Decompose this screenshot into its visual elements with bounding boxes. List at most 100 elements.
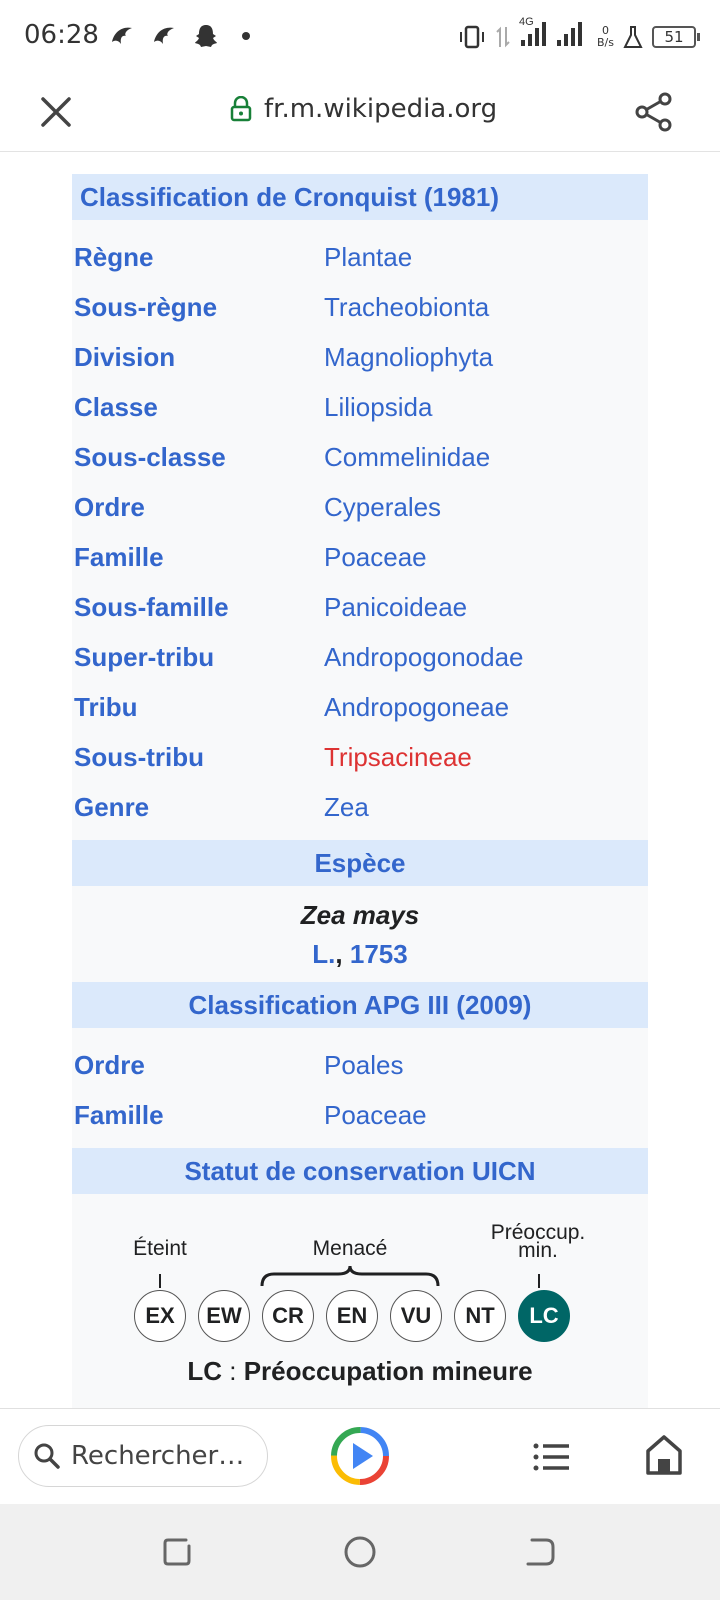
- taxo-rank-label[interactable]: Famille: [72, 542, 324, 573]
- uicn-category-en[interactable]: EN: [326, 1290, 378, 1342]
- uicn-header[interactable]: Statut de conservation UICN: [72, 1148, 648, 1194]
- search-bar[interactable]: Rechercher…: [18, 1425, 268, 1487]
- taxo-rank-label[interactable]: Sous-tribu: [72, 742, 324, 773]
- uicn-category-vu[interactable]: VU: [390, 1290, 442, 1342]
- bird-notification-icon: [112, 27, 132, 44]
- uicn-status-scale: Éteint Menacé Préoccup. min. EX EW CR EN VU N…: [72, 1194, 648, 1387]
- taxo-rank-label[interactable]: Sous-classe: [72, 442, 324, 473]
- species-block: Zea mays L., 1753: [72, 886, 648, 982]
- taxo-rank-label[interactable]: Tribu: [72, 692, 324, 723]
- taxo-rank-value[interactable]: Magnoliophyta: [324, 342, 493, 373]
- uicn-status-sep: :: [222, 1356, 244, 1386]
- home-nav-icon[interactable]: [342, 1534, 378, 1570]
- taxo-rank-value[interactable]: Poales: [324, 1050, 404, 1081]
- uicn-label-extinct: Éteint: [133, 1237, 187, 1260]
- data-transfer-icon: [496, 26, 510, 47]
- url-display[interactable]: fr.m.wikipedia.org: [230, 94, 497, 124]
- system-nav-bar: [0, 1504, 720, 1600]
- lc-tick: [538, 1274, 540, 1288]
- browser-url-bar: fr.m.wikipedia.org: [0, 72, 720, 152]
- uicn-label-least-concern: Préoccup. min.: [490, 1221, 586, 1262]
- list-icon[interactable]: [532, 1437, 572, 1477]
- species-author-line: L., 1753: [72, 934, 648, 974]
- taxo-row: Sous-règne Tracheobionta: [72, 282, 648, 332]
- species-header[interactable]: Espèce: [72, 840, 648, 886]
- taxo-row: Sous-famille Panicoideae: [72, 582, 648, 632]
- notification-icons: [108, 22, 250, 50]
- taxo-row: Sous-classe Commelinidae: [72, 432, 648, 482]
- taxo-rank-value[interactable]: Plantae: [324, 242, 412, 273]
- uicn-category-nt[interactable]: NT: [454, 1290, 506, 1342]
- taxo-row: Tribu Andropogoneae: [72, 682, 648, 732]
- network-type: 4G: [519, 16, 534, 28]
- taxo-rank-value[interactable]: Poaceae: [324, 542, 427, 573]
- system-icons: 4G 0 B/s 51: [457, 16, 700, 53]
- taxo-rank-label[interactable]: Sous-famille: [72, 592, 324, 623]
- author-link[interactable]: L.: [312, 939, 335, 969]
- uicn-category-ex[interactable]: EX: [134, 1290, 186, 1342]
- taxo-row: Classe Liliopsida: [72, 382, 648, 432]
- taxo-rank-value[interactable]: Andropogoneae: [324, 692, 509, 723]
- share-icon[interactable]: [632, 90, 676, 134]
- taxo-rank-label[interactable]: Super-tribu: [72, 642, 324, 673]
- species-name: Zea mays: [300, 900, 420, 930]
- back-icon[interactable]: [522, 1534, 558, 1570]
- year-link[interactable]: 1753: [350, 939, 408, 969]
- taxo-row: Super-tribu Andropogonodae: [72, 632, 648, 682]
- taxo-rank-value[interactable]: Poaceae: [324, 1100, 427, 1131]
- vibrate-icon: [460, 25, 485, 48]
- taxo-row: Famille Poaceae: [72, 532, 648, 582]
- author-comma: ,: [335, 939, 343, 969]
- lock-icon: [230, 96, 252, 122]
- uicn-status-text: Préoccupation mineure: [243, 1356, 533, 1386]
- battery-indicator: 51: [652, 25, 700, 48]
- taxo-row: Règne Plantae: [72, 232, 648, 282]
- taxo-row: Genre Zea: [72, 782, 648, 832]
- taxo-rank-value[interactable]: Andropogonodae: [324, 642, 524, 673]
- taxo-rank-value[interactable]: Cyperales: [324, 492, 441, 523]
- page-content: Classification de Cronquist (1981) Règne…: [0, 152, 720, 1408]
- more-notifications-dot: [242, 32, 250, 40]
- taxo-rank-value[interactable]: Zea: [324, 792, 369, 823]
- taxo-row: Sous-tribu Tripsacineae: [72, 732, 648, 782]
- apg-header[interactable]: Classification APG III (2009): [72, 982, 648, 1028]
- search-placeholder: Rechercher…: [71, 1441, 245, 1471]
- apg-table: Ordre Poales Famille Poaceae: [72, 1040, 648, 1140]
- taxo-rank-value[interactable]: Tripsacineae: [324, 742, 472, 773]
- home-icon[interactable]: [644, 1433, 684, 1477]
- taxo-rank-value[interactable]: Liliopsida: [324, 392, 432, 423]
- url-text: fr.m.wikipedia.org: [264, 94, 498, 124]
- uicn-status-line: LC : Préoccupation mineure: [72, 1356, 648, 1387]
- taxo-rank-label[interactable]: Règne: [72, 242, 324, 273]
- uicn-category-ew[interactable]: EW: [198, 1290, 250, 1342]
- snapchat-ghost-icon: [195, 25, 217, 47]
- bird-notification-icon: [154, 27, 174, 44]
- taxo-rank-label[interactable]: Famille: [72, 1100, 324, 1131]
- uicn-status-code: LC: [187, 1356, 223, 1386]
- uicn-label-threatened: Menacé: [312, 1237, 388, 1260]
- threatened-brace: [260, 1265, 440, 1287]
- taxo-row: Ordre Poales: [72, 1040, 648, 1090]
- close-icon[interactable]: [34, 90, 78, 134]
- taxo-row: Ordre Cyperales: [72, 482, 648, 532]
- taxo-rank-label[interactable]: Sous-règne: [72, 292, 324, 323]
- status-bar: 06:28 4G 0 B/s 51: [0, 0, 720, 72]
- flask-icon: [623, 25, 643, 48]
- taxo-rank-label[interactable]: Genre: [72, 792, 324, 823]
- play-icon[interactable]: [329, 1425, 391, 1487]
- taxo-rank-label[interactable]: Ordre: [72, 492, 324, 523]
- uicn-category-cr[interactable]: CR: [262, 1290, 314, 1342]
- cronquist-header[interactable]: Classification de Cronquist (1981): [72, 174, 648, 220]
- browser-toolbar: Rechercher…: [0, 1408, 720, 1504]
- taxo-rank-label[interactable]: Ordre: [72, 1050, 324, 1081]
- uicn-category-lc[interactable]: LC: [518, 1290, 570, 1342]
- taxo-rank-label[interactable]: Division: [72, 342, 324, 373]
- net-speed: 0 B/s: [597, 23, 614, 49]
- taxo-rank-value[interactable]: Panicoideae: [324, 592, 467, 623]
- taxo-rank-value[interactable]: Tracheobionta: [324, 292, 489, 323]
- taxo-rank-value[interactable]: Commelinidae: [324, 442, 490, 473]
- taxo-row: Famille Poaceae: [72, 1090, 648, 1140]
- cronquist-table: Règne Plantae Sous-règne Tracheobionta Divis…: [72, 232, 648, 832]
- taxo-rank-label[interactable]: Classe: [72, 392, 324, 423]
- recent-apps-icon[interactable]: [160, 1534, 196, 1570]
